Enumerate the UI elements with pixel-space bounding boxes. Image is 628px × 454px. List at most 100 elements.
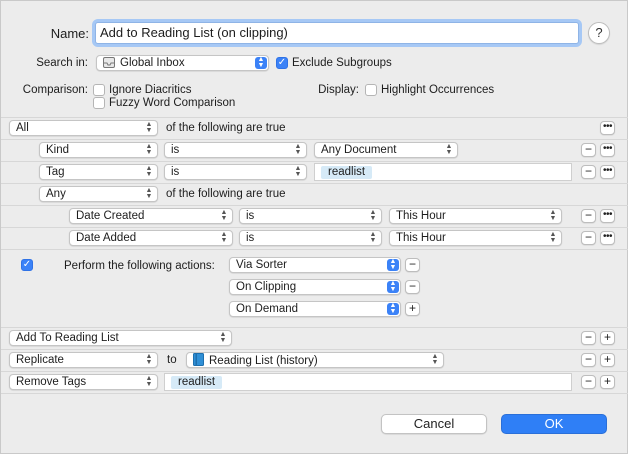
remove-action-button[interactable]: − bbox=[581, 375, 596, 389]
popup-arrows-icon: ▲ ▼ bbox=[549, 209, 557, 222]
match-all-value: All bbox=[16, 122, 29, 134]
match-all-suffix: of the following are true bbox=[166, 122, 286, 134]
popup-arrows-icon: ▲ ▼ bbox=[219, 331, 227, 344]
popup-arrows-icon: ▲ ▼ bbox=[145, 353, 153, 366]
remove-action-button[interactable]: − bbox=[581, 353, 596, 367]
remove-trigger-button[interactable]: − bbox=[405, 280, 420, 294]
highlight-occurrences-label: Highlight Occurrences bbox=[381, 84, 495, 96]
popup-arrows-icon: ▲ ▼ bbox=[294, 143, 302, 156]
tag-token[interactable]: readlist bbox=[321, 166, 373, 179]
add-action-button[interactable]: + bbox=[600, 375, 615, 389]
date-added-value-popup[interactable]: This Hour ▲ ▼ bbox=[389, 230, 562, 246]
kind-value-popup[interactable]: Any Document ▲ ▼ bbox=[314, 142, 458, 158]
kind-operator-value: is bbox=[171, 144, 180, 156]
date-created-field-value: Date Created bbox=[76, 210, 145, 222]
more-button[interactable]: ••• bbox=[600, 165, 615, 179]
date-created-value-value: This Hour bbox=[396, 210, 446, 222]
popup-arrows-icon: ▲ ▼ bbox=[387, 280, 399, 293]
more-button[interactable]: ••• bbox=[600, 209, 615, 223]
tag-operator-popup[interactable]: is ▲ ▼ bbox=[164, 164, 307, 180]
tag-operator-value: is bbox=[171, 166, 180, 178]
date-added-value-value: This Hour bbox=[396, 232, 446, 244]
match-any-popup[interactable]: Any ▲ ▼ bbox=[39, 186, 158, 202]
popup-arrows-icon: ▲ ▼ bbox=[387, 258, 399, 271]
date-created-value-popup[interactable]: This Hour ▲ ▼ bbox=[389, 208, 562, 224]
popup-arrows-icon: ▲ ▼ bbox=[255, 56, 267, 69]
search-in-value: Global Inbox bbox=[120, 57, 185, 69]
perform-on-demand-popup[interactable]: On Demand ▲ ▼ bbox=[229, 301, 401, 317]
popup-arrows-icon: ▲ ▼ bbox=[145, 121, 153, 134]
exclude-subgroups-checkbox[interactable]: ✓ bbox=[276, 57, 288, 69]
popup-arrows-icon: ▲ ▼ bbox=[387, 302, 399, 315]
popup-arrows-icon: ▲ ▼ bbox=[445, 143, 453, 156]
popup-arrows-icon: ▲ ▼ bbox=[220, 209, 228, 222]
inbox-icon bbox=[103, 57, 115, 70]
tag-field-popup[interactable]: Tag ▲ ▼ bbox=[39, 164, 158, 180]
more-button[interactable]: ••• bbox=[600, 231, 615, 245]
remove-trigger-button[interactable]: − bbox=[405, 258, 420, 272]
remove-criterion-button[interactable]: − bbox=[581, 143, 596, 157]
search-in-popup[interactable]: Global Inbox ▲ ▼ bbox=[96, 55, 269, 71]
match-all-popup[interactable]: All ▲ ▼ bbox=[9, 120, 158, 136]
to-label: to bbox=[167, 354, 177, 366]
popup-arrows-icon: ▲ ▼ bbox=[220, 231, 228, 244]
add-to-reading-list-popup[interactable]: Add To Reading List ▲ ▼ bbox=[9, 330, 232, 346]
remove-criterion-button[interactable]: − bbox=[581, 209, 596, 223]
remove-criterion-button[interactable]: − bbox=[581, 231, 596, 245]
comparison-label: Comparison: bbox=[22, 84, 88, 96]
perform-actions-label: Perform the following actions: bbox=[64, 260, 215, 272]
tag-token-field[interactable]: readlist bbox=[314, 163, 572, 181]
ignore-diacritics-label: Ignore Diacritics bbox=[109, 84, 192, 96]
ignore-diacritics-checkbox[interactable] bbox=[93, 84, 105, 96]
kind-field-popup[interactable]: Kind ▲ ▼ bbox=[39, 142, 158, 158]
kind-operator-popup[interactable]: is ▲ ▼ bbox=[164, 142, 307, 158]
name-input[interactable]: Add to Reading List (on clipping) bbox=[95, 22, 579, 44]
match-any-value: Any bbox=[46, 188, 66, 200]
perform-option-value: On Demand bbox=[236, 303, 299, 315]
add-action-button[interactable]: + bbox=[600, 331, 615, 345]
date-added-field-value: Date Added bbox=[76, 232, 137, 244]
name-label: Name: bbox=[50, 26, 89, 41]
fuzzy-word-checkbox[interactable] bbox=[93, 97, 105, 109]
tag-field-value: Tag bbox=[46, 166, 65, 178]
remove-action-button[interactable]: − bbox=[581, 331, 596, 345]
add-trigger-button[interactable]: + bbox=[405, 302, 420, 316]
perform-option-value: Via Sorter bbox=[236, 259, 287, 271]
kind-field-value: Kind bbox=[46, 144, 70, 156]
popup-arrows-icon: ▲ ▼ bbox=[145, 165, 153, 178]
match-any-suffix: of the following are true bbox=[166, 188, 286, 200]
smart-rule-dialog: Name: Add to Reading List (on clipping) … bbox=[0, 0, 628, 454]
replicate-target-popup[interactable]: Reading List (history) ▲ ▼ bbox=[186, 352, 444, 368]
highlight-occurrences-checkbox[interactable] bbox=[365, 84, 377, 96]
perform-option-value: On Clipping bbox=[236, 281, 297, 293]
popup-arrows-icon: ▲ ▼ bbox=[294, 165, 302, 178]
more-button[interactable]: ••• bbox=[600, 121, 615, 135]
date-created-operator-popup[interactable]: is ▲ ▼ bbox=[239, 208, 382, 224]
perform-actions-checkbox[interactable]: ✓ bbox=[21, 259, 33, 271]
action-value: Add To Reading List bbox=[16, 332, 119, 344]
ok-button[interactable]: OK bbox=[501, 414, 607, 434]
replicate-target-value: Reading List (history) bbox=[209, 355, 318, 367]
replicate-action-popup[interactable]: Replicate ▲ ▼ bbox=[9, 352, 158, 368]
popup-arrows-icon: ▲ ▼ bbox=[145, 375, 153, 388]
help-button[interactable]: ? bbox=[588, 22, 610, 44]
popup-arrows-icon: ▲ ▼ bbox=[369, 231, 377, 244]
popup-arrows-icon: ▲ ▼ bbox=[145, 143, 153, 156]
popup-arrows-icon: ▲ ▼ bbox=[369, 209, 377, 222]
perform-via-sorter-popup[interactable]: Via Sorter ▲ ▼ bbox=[229, 257, 401, 273]
add-action-button[interactable]: + bbox=[600, 353, 615, 367]
more-button[interactable]: ••• bbox=[600, 143, 615, 157]
date-added-operator-popup[interactable]: is ▲ ▼ bbox=[239, 230, 382, 246]
exclude-subgroups-label: Exclude Subgroups bbox=[292, 57, 392, 69]
remove-tags-action-popup[interactable]: Remove Tags ▲ ▼ bbox=[9, 374, 158, 390]
tag-token[interactable]: readlist bbox=[171, 376, 223, 389]
popup-arrows-icon: ▲ ▼ bbox=[145, 187, 153, 200]
perform-on-clipping-popup[interactable]: On Clipping ▲ ▼ bbox=[229, 279, 401, 295]
kind-value-value: Any Document bbox=[321, 144, 397, 156]
remove-criterion-button[interactable]: − bbox=[581, 165, 596, 179]
date-created-operator-value: is bbox=[246, 210, 255, 222]
remove-tags-token-field[interactable]: readlist bbox=[164, 373, 572, 391]
date-added-field-popup[interactable]: Date Added ▲ ▼ bbox=[69, 230, 233, 246]
cancel-button[interactable]: Cancel bbox=[381, 414, 487, 434]
date-created-field-popup[interactable]: Date Created ▲ ▼ bbox=[69, 208, 233, 224]
